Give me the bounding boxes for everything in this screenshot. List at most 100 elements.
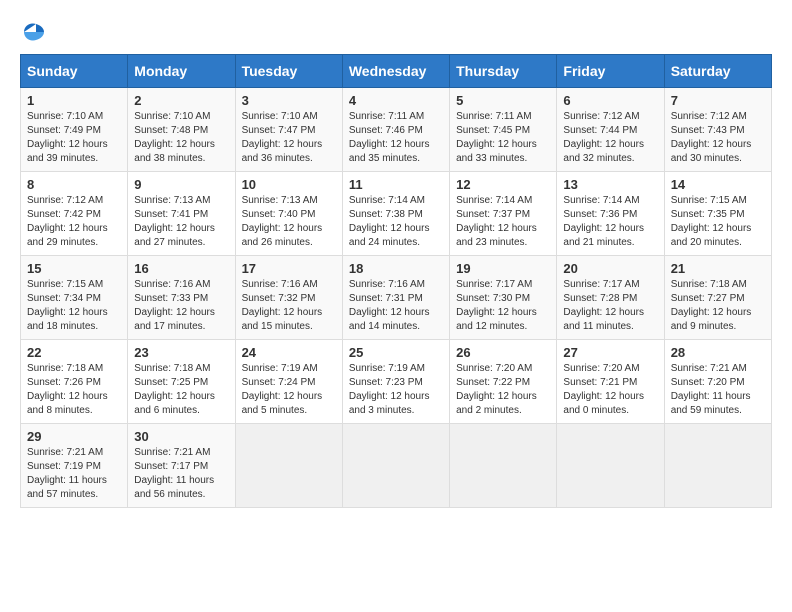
day-info: Sunrise: 7:21 AM Sunset: 7:20 PM Dayligh… xyxy=(671,362,765,418)
day-info: Sunrise: 7:11 AM Sunset: 7:46 PM Dayligh… xyxy=(349,110,443,166)
logo xyxy=(20,20,46,44)
day-number: 30 xyxy=(134,429,228,444)
day-number: 22 xyxy=(27,345,121,360)
day-number: 5 xyxy=(456,93,550,108)
calendar-cell xyxy=(664,424,771,508)
day-number: 8 xyxy=(27,177,121,192)
day-number: 27 xyxy=(563,345,657,360)
day-number: 10 xyxy=(242,177,336,192)
calendar-cell: 18 Sunrise: 7:16 AM Sunset: 7:31 PM Dayl… xyxy=(342,256,449,340)
weekday-header-row: SundayMondayTuesdayWednesdayThursdayFrid… xyxy=(21,55,772,88)
calendar-cell xyxy=(342,424,449,508)
weekday-header-sunday: Sunday xyxy=(21,55,128,88)
day-info: Sunrise: 7:16 AM Sunset: 7:33 PM Dayligh… xyxy=(134,278,228,334)
day-number: 19 xyxy=(456,261,550,276)
day-info: Sunrise: 7:13 AM Sunset: 7:40 PM Dayligh… xyxy=(242,194,336,250)
day-info: Sunrise: 7:18 AM Sunset: 7:25 PM Dayligh… xyxy=(134,362,228,418)
calendar-cell: 1 Sunrise: 7:10 AM Sunset: 7:49 PM Dayli… xyxy=(21,88,128,172)
calendar-cell: 5 Sunrise: 7:11 AM Sunset: 7:45 PM Dayli… xyxy=(450,88,557,172)
day-number: 11 xyxy=(349,177,443,192)
calendar-week-row: 1 Sunrise: 7:10 AM Sunset: 7:49 PM Dayli… xyxy=(21,88,772,172)
day-info: Sunrise: 7:16 AM Sunset: 7:32 PM Dayligh… xyxy=(242,278,336,334)
calendar-cell: 15 Sunrise: 7:15 AM Sunset: 7:34 PM Dayl… xyxy=(21,256,128,340)
day-info: Sunrise: 7:12 AM Sunset: 7:44 PM Dayligh… xyxy=(563,110,657,166)
day-number: 3 xyxy=(242,93,336,108)
calendar-cell: 8 Sunrise: 7:12 AM Sunset: 7:42 PM Dayli… xyxy=(21,172,128,256)
weekday-header-saturday: Saturday xyxy=(664,55,771,88)
calendar-cell: 19 Sunrise: 7:17 AM Sunset: 7:30 PM Dayl… xyxy=(450,256,557,340)
calendar-cell: 3 Sunrise: 7:10 AM Sunset: 7:47 PM Dayli… xyxy=(235,88,342,172)
day-number: 9 xyxy=(134,177,228,192)
calendar-cell xyxy=(557,424,664,508)
day-number: 15 xyxy=(27,261,121,276)
calendar-cell: 11 Sunrise: 7:14 AM Sunset: 7:38 PM Dayl… xyxy=(342,172,449,256)
calendar-cell: 7 Sunrise: 7:12 AM Sunset: 7:43 PM Dayli… xyxy=(664,88,771,172)
calendar-cell: 23 Sunrise: 7:18 AM Sunset: 7:25 PM Dayl… xyxy=(128,340,235,424)
calendar-cell: 2 Sunrise: 7:10 AM Sunset: 7:48 PM Dayli… xyxy=(128,88,235,172)
day-info: Sunrise: 7:20 AM Sunset: 7:22 PM Dayligh… xyxy=(456,362,550,418)
calendar-cell: 28 Sunrise: 7:21 AM Sunset: 7:20 PM Dayl… xyxy=(664,340,771,424)
calendar-cell: 22 Sunrise: 7:18 AM Sunset: 7:26 PM Dayl… xyxy=(21,340,128,424)
day-number: 7 xyxy=(671,93,765,108)
day-number: 24 xyxy=(242,345,336,360)
day-number: 29 xyxy=(27,429,121,444)
calendar-cell: 14 Sunrise: 7:15 AM Sunset: 7:35 PM Dayl… xyxy=(664,172,771,256)
day-info: Sunrise: 7:10 AM Sunset: 7:49 PM Dayligh… xyxy=(27,110,121,166)
calendar-cell: 21 Sunrise: 7:18 AM Sunset: 7:27 PM Dayl… xyxy=(664,256,771,340)
page-header xyxy=(20,20,772,44)
calendar-cell xyxy=(450,424,557,508)
day-info: Sunrise: 7:12 AM Sunset: 7:42 PM Dayligh… xyxy=(27,194,121,250)
day-number: 6 xyxy=(563,93,657,108)
calendar-cell: 25 Sunrise: 7:19 AM Sunset: 7:23 PM Dayl… xyxy=(342,340,449,424)
day-info: Sunrise: 7:16 AM Sunset: 7:31 PM Dayligh… xyxy=(349,278,443,334)
calendar-cell: 9 Sunrise: 7:13 AM Sunset: 7:41 PM Dayli… xyxy=(128,172,235,256)
day-number: 23 xyxy=(134,345,228,360)
day-info: Sunrise: 7:10 AM Sunset: 7:48 PM Dayligh… xyxy=(134,110,228,166)
weekday-header-tuesday: Tuesday xyxy=(235,55,342,88)
calendar-cell: 20 Sunrise: 7:17 AM Sunset: 7:28 PM Dayl… xyxy=(557,256,664,340)
day-info: Sunrise: 7:14 AM Sunset: 7:36 PM Dayligh… xyxy=(563,194,657,250)
day-info: Sunrise: 7:17 AM Sunset: 7:30 PM Dayligh… xyxy=(456,278,550,334)
day-info: Sunrise: 7:15 AM Sunset: 7:34 PM Dayligh… xyxy=(27,278,121,334)
calendar-week-row: 15 Sunrise: 7:15 AM Sunset: 7:34 PM Dayl… xyxy=(21,256,772,340)
weekday-header-monday: Monday xyxy=(128,55,235,88)
day-info: Sunrise: 7:21 AM Sunset: 7:17 PM Dayligh… xyxy=(134,446,228,502)
day-number: 14 xyxy=(671,177,765,192)
day-number: 16 xyxy=(134,261,228,276)
calendar-cell: 13 Sunrise: 7:14 AM Sunset: 7:36 PM Dayl… xyxy=(557,172,664,256)
calendar-cell: 4 Sunrise: 7:11 AM Sunset: 7:46 PM Dayli… xyxy=(342,88,449,172)
calendar-cell: 10 Sunrise: 7:13 AM Sunset: 7:40 PM Dayl… xyxy=(235,172,342,256)
calendar-cell: 6 Sunrise: 7:12 AM Sunset: 7:44 PM Dayli… xyxy=(557,88,664,172)
day-info: Sunrise: 7:15 AM Sunset: 7:35 PM Dayligh… xyxy=(671,194,765,250)
calendar-cell: 12 Sunrise: 7:14 AM Sunset: 7:37 PM Dayl… xyxy=(450,172,557,256)
day-number: 4 xyxy=(349,93,443,108)
day-info: Sunrise: 7:21 AM Sunset: 7:19 PM Dayligh… xyxy=(27,446,121,502)
day-info: Sunrise: 7:12 AM Sunset: 7:43 PM Dayligh… xyxy=(671,110,765,166)
day-info: Sunrise: 7:11 AM Sunset: 7:45 PM Dayligh… xyxy=(456,110,550,166)
weekday-header-wednesday: Wednesday xyxy=(342,55,449,88)
calendar-cell: 24 Sunrise: 7:19 AM Sunset: 7:24 PM Dayl… xyxy=(235,340,342,424)
day-number: 1 xyxy=(27,93,121,108)
day-info: Sunrise: 7:20 AM Sunset: 7:21 PM Dayligh… xyxy=(563,362,657,418)
day-info: Sunrise: 7:18 AM Sunset: 7:26 PM Dayligh… xyxy=(27,362,121,418)
day-number: 25 xyxy=(349,345,443,360)
day-number: 18 xyxy=(349,261,443,276)
day-number: 12 xyxy=(456,177,550,192)
day-number: 20 xyxy=(563,261,657,276)
calendar-week-row: 22 Sunrise: 7:18 AM Sunset: 7:26 PM Dayl… xyxy=(21,340,772,424)
day-info: Sunrise: 7:19 AM Sunset: 7:24 PM Dayligh… xyxy=(242,362,336,418)
calendar-table: SundayMondayTuesdayWednesdayThursdayFrid… xyxy=(20,54,772,508)
calendar-cell: 17 Sunrise: 7:16 AM Sunset: 7:32 PM Dayl… xyxy=(235,256,342,340)
day-info: Sunrise: 7:17 AM Sunset: 7:28 PM Dayligh… xyxy=(563,278,657,334)
day-number: 13 xyxy=(563,177,657,192)
day-info: Sunrise: 7:10 AM Sunset: 7:47 PM Dayligh… xyxy=(242,110,336,166)
calendar-cell xyxy=(235,424,342,508)
calendar-cell: 29 Sunrise: 7:21 AM Sunset: 7:19 PM Dayl… xyxy=(21,424,128,508)
calendar-cell: 16 Sunrise: 7:16 AM Sunset: 7:33 PM Dayl… xyxy=(128,256,235,340)
calendar-cell: 27 Sunrise: 7:20 AM Sunset: 7:21 PM Dayl… xyxy=(557,340,664,424)
calendar-week-row: 8 Sunrise: 7:12 AM Sunset: 7:42 PM Dayli… xyxy=(21,172,772,256)
day-number: 28 xyxy=(671,345,765,360)
day-number: 2 xyxy=(134,93,228,108)
calendar-cell: 30 Sunrise: 7:21 AM Sunset: 7:17 PM Dayl… xyxy=(128,424,235,508)
day-info: Sunrise: 7:14 AM Sunset: 7:37 PM Dayligh… xyxy=(456,194,550,250)
